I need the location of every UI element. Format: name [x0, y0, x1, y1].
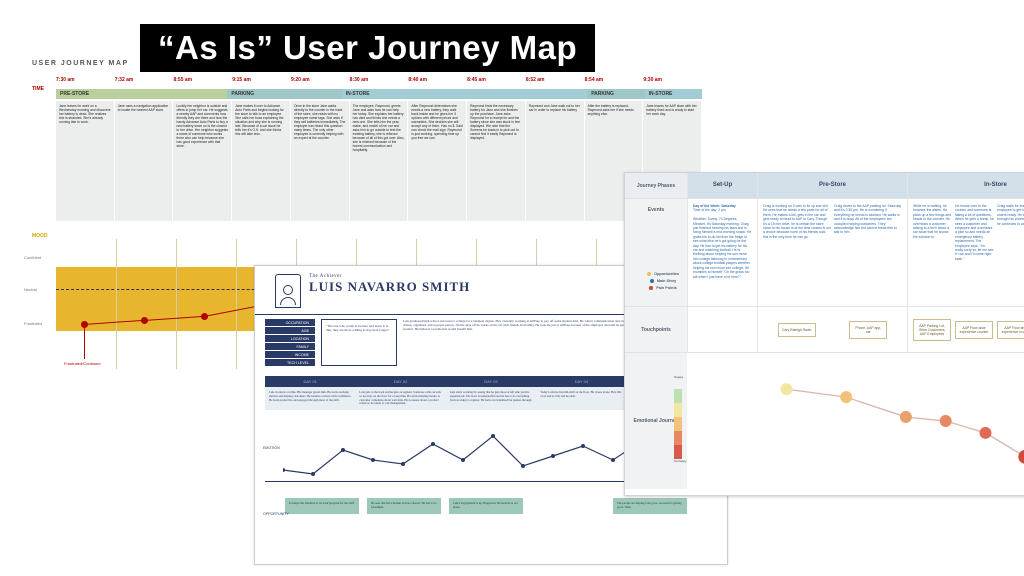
legend: Opportunities Main Story Pain Points: [643, 265, 683, 298]
event-card: Jane leaves for work on a Wednesday morn…: [56, 101, 115, 221]
time-axis: 7:30 am 7:32 am 8:55 am 9:15 am 9:20 am …: [56, 77, 702, 83]
time-tick: 8:52 am: [526, 77, 585, 83]
event-card: Once in the store Jane walks directly to…: [291, 101, 350, 221]
emotional-journey-chart: [687, 353, 1024, 489]
touchpoint-chip: Cary Raleigh Radio: [778, 323, 816, 337]
touchpoints-row: Touchpoints Cary Raleigh Radio Phone, AA…: [625, 307, 1024, 353]
phase-parking: PARKING: [227, 89, 341, 99]
phase-parking2: PARKING: [587, 89, 644, 99]
time-axis-label: TIME: [32, 86, 44, 92]
mood-level: Confident: [24, 255, 41, 260]
mood-level: Frustrated: [24, 321, 42, 326]
time-tick: 8:55 am: [173, 77, 232, 83]
phase-header: Set-Up: [687, 173, 757, 198]
phase-row: PRE-STORE PARKING IN-STORE PARKING IN-ST…: [56, 89, 702, 99]
opportunity-row: It tempts the situation to let AAP progr…: [285, 498, 717, 514]
persona-quote: "The one who wants to be here and learn.…: [321, 319, 397, 366]
mood-label: MOOD: [32, 233, 48, 239]
time-tick: 7:30 am: [56, 77, 115, 83]
in-store-cell: While he is waiting, he browses the aisl…: [907, 199, 1024, 306]
touchpoint-chip: AAP Floor aisle experience counter: [997, 321, 1024, 339]
event-card: After Raymond determines she needs a new…: [408, 101, 467, 221]
phase-instore2: IN-STORE: [645, 89, 702, 99]
row-label: Emotional Journey: [633, 418, 678, 424]
phase-prestore: PRE-STORE: [56, 89, 227, 99]
persona-meta-labels: OCCUPATION AGE LOCATION FAMILY INCOME TE…: [265, 319, 315, 366]
event-card: Raymond and Jane walk out to her car in …: [526, 101, 585, 221]
time-tick: 9:30 am: [643, 77, 702, 83]
event-card: Jane makes it over to Advance Auto Parts…: [232, 101, 291, 221]
time-tick: 8:30 am: [350, 77, 409, 83]
phase-header: Pre-Store: [757, 173, 907, 198]
setup-cell: Day of the Week: Saturday Time of the da…: [687, 199, 757, 306]
touchpoint-chip: Phone, AAP app, car: [849, 321, 887, 339]
emotion-label: EMOTION: [263, 446, 280, 450]
time-tick: 9:20 am: [291, 77, 350, 83]
avatar-icon: [275, 274, 301, 308]
journey-detail-panel: Journey Phases Set-Up Pre-Store In-Store…: [624, 172, 1024, 496]
event-cards: Jane leaves for work on a Wednesday morn…: [56, 101, 702, 221]
event-card: Jane uses a navigation application to lo…: [115, 101, 174, 221]
phase-instore: IN-STORE: [342, 89, 587, 99]
row-label: Events: [648, 207, 664, 213]
time-tick: 7:32 am: [115, 77, 174, 83]
events-row: Events Opportunities Main Story Pain Poi…: [625, 199, 1024, 307]
event-card: The employee, Raymond, greets Jane and a…: [350, 101, 409, 221]
phase-header-row: Journey Phases Set-Up Pre-Store In-Store: [625, 173, 1024, 199]
emotional-journey-row: Emotional Journey Happy Unhappy: [625, 353, 1024, 489]
event-card: Raymond finds the necessary battery for …: [467, 101, 526, 221]
touchpoint-chip: AAP Parking Lot, Other Customers, AAP Em…: [913, 319, 951, 341]
map-heading: USER JOURNEY MAP: [32, 60, 702, 67]
time-tick: 8:54 am: [585, 77, 644, 83]
time-tick: 8:40 am: [408, 77, 467, 83]
pre-store-cell: Craig is working on 3 cars to fix up and…: [757, 199, 907, 306]
persona-name: LUIS NAVARRO SMITH: [309, 279, 470, 295]
time-tick: 9:15 am: [232, 77, 291, 83]
row-label: Touchpoints: [625, 307, 687, 352]
emotion-scale: Happy Unhappy: [674, 375, 684, 473]
event-card: Luckily her neighbor is outside and offe…: [173, 101, 232, 221]
touchpoint-chip: AAP Floor aisle experience counter: [955, 321, 993, 339]
mood-level: Neutral: [24, 287, 37, 292]
mood-tag: Frustrated/Confused: [64, 361, 100, 366]
row-label: Journey Phases: [625, 173, 687, 198]
opportunity-label: OPPORTUNITY: [263, 512, 289, 516]
time-tick: 8:45 am: [467, 77, 526, 83]
phase-header: In-Store: [907, 173, 1024, 198]
